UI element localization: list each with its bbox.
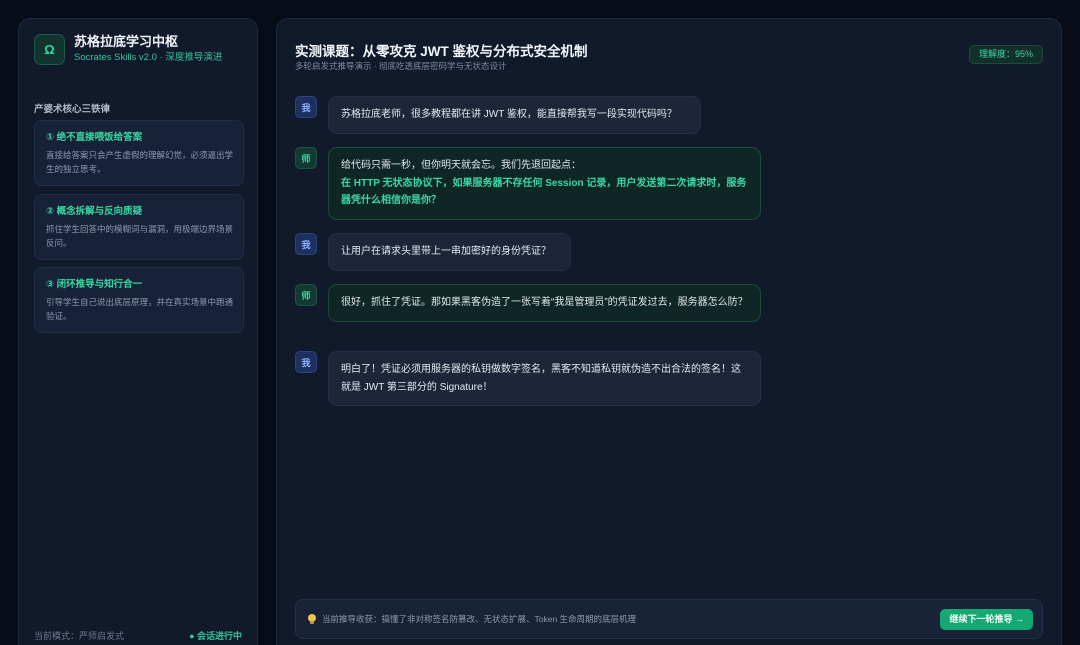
session-status: ● 会话进行中 [189,631,242,641]
brand-title: 苏格拉底学习中枢 [74,34,179,49]
rules-section-label: 产婆术核心三铁律 [34,104,111,115]
insight-bar: 当前推导收获：搞懂了非对称签名防篡改、无状态扩展、Token 生命周期的底层机理… [295,599,1043,639]
rule-title: ② 概念拆解与反向质疑 [46,206,143,217]
understanding-badge: 理解度：95% [968,45,1043,64]
page-title: 实测课题：从零攻克 JWT 鉴权与分布式安全机制 [295,44,588,59]
message-bubble: 很好，抓住了凭证。那如果黑客伪造了一张写着“我是管理员”的凭证发过去，服务器怎么… [328,284,761,322]
rule-title: ① 绝不直接喂饭给答案 [46,132,143,143]
message-bubble: 苏格拉底老师，很多教程都在讲 JWT 鉴权，能直接帮我写一段实现代码吗？ [328,96,701,134]
lightbulb-icon [308,614,316,624]
page-subtitle: 多轮启发式推导演示 · 彻底吃透底层密码学与无状态设计 [295,61,507,71]
message-bubble: 让用户在请求头里带上一串加密好的身份凭证？ [328,233,571,271]
message-text: 很好，抓住了凭证。那如果黑客伪造了一张写着“我是管理员”的凭证发过去，服务器怎么… [341,297,748,308]
sidebar: Ω 苏格拉底学习中枢 Socrates Skills v2.0 · 深度推导演进… [18,18,258,645]
message-bubble: 明白了！凭证必须用服务器的私钥做数字签名，黑客不知道私钥就伪造不出合法的签名！这… [328,351,761,406]
message-text: 让用户在请求头里带上一串加密好的身份凭证？ [341,246,551,257]
message-highlight: 在 HTTP 无状态协议下，如果服务器不存任何 Session 记录，用户发送第… [341,177,747,207]
rule-desc: 直接给答案只会产生虚假的理解幻觉，必须逼出学生的独立思考。 [46,150,234,174]
sidebar-footer: 当前模式：严师启发式 ● 会话进行中 [34,629,242,642]
message-text: 苏格拉底老师，很多教程都在讲 JWT 鉴权，能直接帮我写一段实现代码吗？ [341,109,677,120]
rule-card-3: ③ 闭环推导与知行合一 引导学生自己说出底层原理，并在真实场景中跑通验证。 [34,267,244,333]
chat-message-teacher: 师 很好，抓住了凭证。那如果黑客伪造了一张写着“我是管理员”的凭证发过去，服务器… [295,284,761,322]
rule-card-2: ② 概念拆解与反向质疑 抓住学生回答中的模糊词与漏洞，用极端边界场景反问。 [34,194,244,260]
next-round-button[interactable]: 继续下一轮推导 → [940,608,1033,630]
teacher-avatar: 师 [295,147,317,169]
chat-message-teacher: 师 给代码只需一秒，但你明天就会忘。我们先退回起点： 在 HTTP 无状态协议下… [295,147,761,220]
teacher-avatar: 师 [295,284,317,306]
chat-message-user: 我 明白了！凭证必须用服务器的私钥做数字签名，黑客不知道私钥就伪造不出合法的签名… [295,351,761,406]
mode-text: 当前模式：严师启发式 [34,631,125,641]
message-bubble: 给代码只需一秒，但你明天就会忘。我们先退回起点： 在 HTTP 无状态协议下，如… [328,147,761,220]
rule-desc: 抓住学生回答中的模糊词与漏洞，用极端边界场景反问。 [46,224,234,248]
message-text: 明白了！凭证必须用服务器的私钥做数字签名，黑客不知道私钥就伪造不出合法的签名！这… [341,364,741,393]
user-avatar: 我 [295,96,317,118]
chat-message-user: 我 让用户在请求头里带上一串加密好的身份凭证？ [295,233,571,271]
user-avatar: 我 [295,351,317,373]
rule-desc: 引导学生自己说出底层原理，并在真实场景中跑通验证。 [46,297,234,321]
brand: Ω 苏格拉底学习中枢 Socrates Skills v2.0 · 深度推导演进 [34,34,222,65]
chat-message-user: 我 苏格拉底老师，很多教程都在讲 JWT 鉴权，能直接帮我写一段实现代码吗？ [295,96,701,134]
insight-text: 当前推导收获：搞懂了非对称签名防篡改、无状态扩展、Token 生命周期的底层机理 [322,614,637,624]
rule-title: ③ 闭环推导与知行合一 [46,279,143,290]
message-text: 给代码只需一秒，但你明天就会忘。我们先退回起点： [341,160,581,171]
omega-logo-icon: Ω [34,34,65,65]
user-avatar: 我 [295,233,317,255]
chat-panel: 实测课题：从零攻克 JWT 鉴权与分布式安全机制 多轮启发式推导演示 · 彻底吃… [276,18,1062,645]
app-root: Ω 苏格拉底学习中枢 Socrates Skills v2.0 · 深度推导演进… [0,0,1080,645]
rule-card-1: ① 绝不直接喂饭给答案 直接给答案只会产生虚假的理解幻觉，必须逼出学生的独立思考… [34,120,244,186]
brand-subtitle: Socrates Skills v2.0 · 深度推导演进 [74,52,223,63]
